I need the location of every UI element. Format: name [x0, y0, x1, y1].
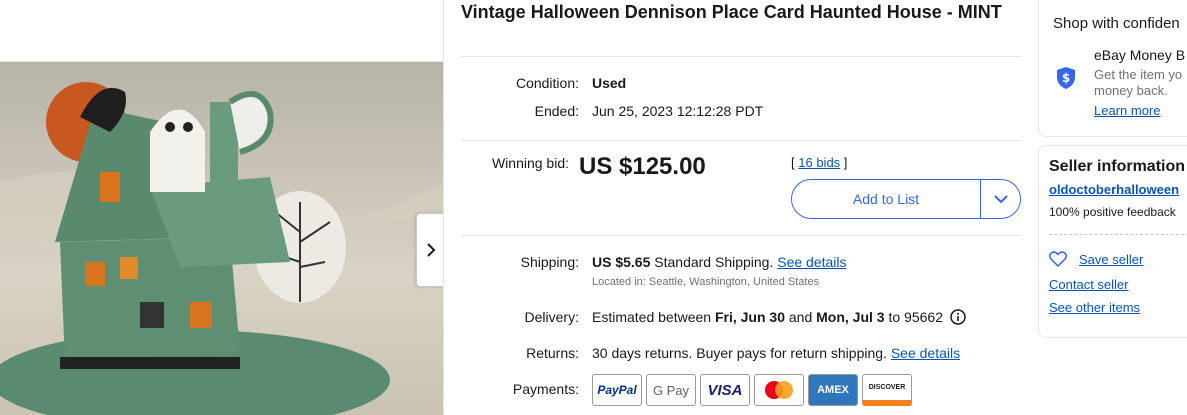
discover-label: DISCOVER	[868, 384, 906, 391]
divider	[461, 56, 1021, 57]
google-pay-label: G Pay	[652, 382, 690, 398]
visa-icon: VISA	[700, 374, 750, 406]
bid-bracket-open: [	[791, 155, 795, 170]
paypal-label: PayPal	[597, 383, 637, 397]
shipping-value: US $5.65 Standard Shipping. See details	[592, 254, 847, 270]
amex-icon: AMEX	[808, 374, 858, 406]
shipping-method: Standard Shipping.	[654, 254, 774, 270]
contact-seller-link[interactable]: Contact seller	[1049, 277, 1128, 292]
divider	[461, 140, 1021, 141]
ended-label: Ended:	[534, 103, 579, 119]
ended-value: Jun 25, 2023 12:12:28 PDT	[592, 103, 764, 119]
amex-label: AMEX	[817, 384, 849, 396]
condition-label: Condition:	[515, 75, 579, 91]
shipping-details-link[interactable]: See details	[777, 254, 846, 270]
mastercard-circles	[765, 381, 793, 399]
payments-label: Payments:	[512, 381, 579, 397]
bid-bracket-close: ]	[843, 155, 848, 170]
chevron-down-icon	[993, 195, 1008, 203]
add-to-list-dropdown[interactable]	[980, 180, 1020, 218]
item-location: Located in: Seattle, Washington, United …	[592, 276, 820, 288]
seller-name-link[interactable]: oldoctoberhalloween	[1049, 182, 1179, 197]
chevron-right-icon	[426, 243, 435, 257]
item-details: Vintage Halloween Dennison Place Card Ha…	[461, 0, 1021, 406]
delivery-value: Estimated between Fri, Jun 30 and Mon, J…	[592, 309, 966, 325]
next-image-button[interactable]	[416, 213, 443, 287]
money-back-guarantee-card: Shop with confiden $ eBay Money B Get th…	[1038, 0, 1187, 137]
learn-more-link[interactable]: Learn more	[1094, 103, 1160, 118]
svg-text:$: $	[1062, 71, 1070, 85]
returns-text: 30 days returns. Buyer pays for return s…	[592, 345, 887, 361]
shield-dollar-icon: $	[1057, 67, 1075, 89]
returns-details-link[interactable]: See details	[891, 345, 960, 361]
visa-label: VISA	[707, 381, 743, 399]
image-gallery	[0, 0, 444, 415]
seller-info-title: Seller information	[1049, 158, 1186, 175]
product-image[interactable]	[0, 62, 444, 415]
guarantee-line-1: Get the item yo	[1094, 67, 1183, 82]
paypal-icon: PayPal	[592, 374, 642, 406]
winning-bid-label: Winning bid:	[491, 155, 569, 171]
google-pay-icon: G Pay	[646, 374, 696, 406]
shipping-cost: US $5.65	[592, 254, 651, 270]
delivery-and: and	[788, 309, 813, 325]
delivery-date-end: Mon, Jul 3	[816, 309, 885, 325]
delivery-label: Delivery:	[524, 309, 579, 325]
seller-feedback: 100% positive feedback	[1049, 205, 1176, 219]
save-seller-link[interactable]: Save seller	[1079, 252, 1143, 267]
shipping-label: Shipping:	[520, 254, 579, 270]
add-to-list-control: Add to List	[791, 179, 1021, 219]
condition-value: Used	[592, 75, 627, 91]
delivery-zip: to 95662	[888, 309, 943, 325]
guarantee-line-2: money back.	[1094, 83, 1168, 98]
discover-icon: DISCOVER	[862, 374, 912, 406]
save-seller-row[interactable]: Save seller	[1049, 251, 1143, 267]
seller-information-card: Seller information oldoctoberhalloween 1…	[1038, 145, 1187, 338]
guarantee-heading: eBay Money B	[1094, 47, 1186, 63]
bid-count: [ 16 bids ]	[791, 155, 847, 170]
payment-methods: PayPal G Pay VISA AMEX DISCOVER	[592, 374, 912, 406]
winning-bid-price: US $125.00	[579, 153, 706, 180]
divider	[461, 235, 1021, 236]
mastercard-icon	[754, 374, 804, 406]
seller-divider	[1049, 234, 1187, 235]
delivery-date-start: Fri, Jun 30	[714, 309, 785, 325]
listing-title: Vintage Halloween Dennison Place Card Ha…	[461, 2, 1002, 22]
add-to-list-button[interactable]: Add to List	[792, 180, 980, 218]
info-icon[interactable]	[950, 309, 966, 325]
gallery-thumbnail-area	[0, 0, 443, 62]
returns-label: Returns:	[526, 345, 579, 361]
returns-value: 30 days returns. Buyer pays for return s…	[592, 345, 960, 361]
heart-icon	[1049, 251, 1067, 267]
guarantee-title: Shop with confiden	[1053, 15, 1180, 32]
delivery-text: Estimated between	[592, 309, 712, 325]
see-other-items-link[interactable]: See other items	[1049, 300, 1140, 315]
bids-link[interactable]: 16 bids	[798, 155, 840, 170]
